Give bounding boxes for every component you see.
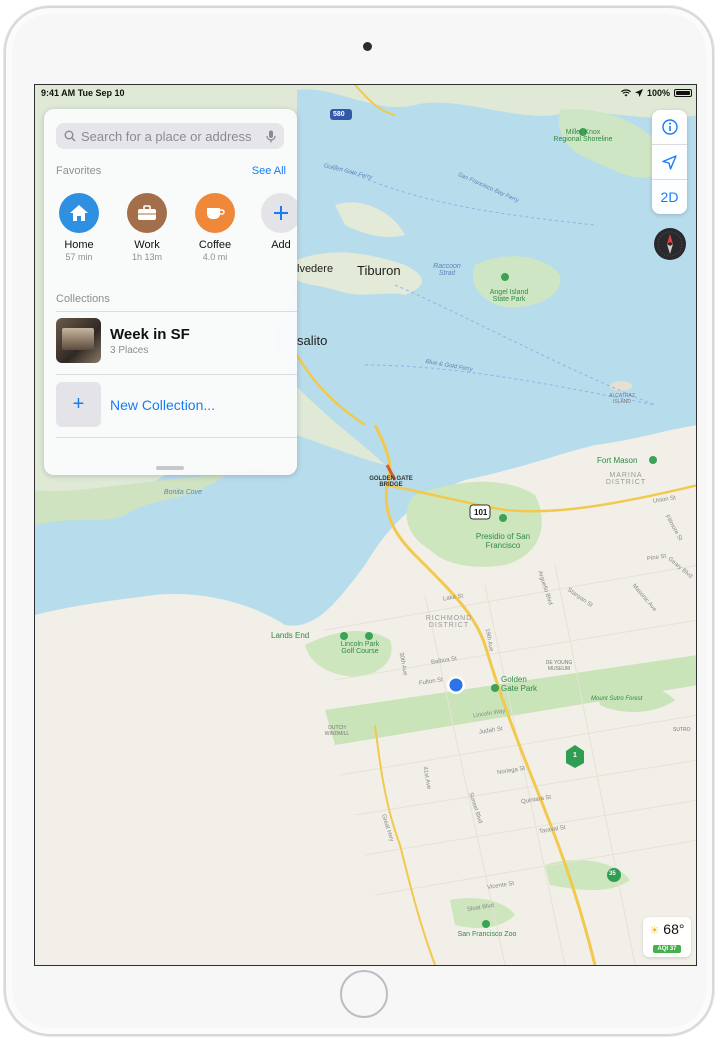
favorite-coffee-label: Coffee: [198, 239, 232, 251]
label-alcatraz: ALCATRAZ ISLAND: [609, 393, 635, 405]
label-belvedere: lvedere: [297, 263, 334, 275]
plus-icon: [274, 206, 288, 220]
favorite-home-circle: [59, 193, 99, 233]
search-icon: [64, 130, 76, 142]
label-angel-island: Angel Island State Park: [489, 289, 529, 303]
location-arrow-icon: [634, 89, 643, 97]
label-richmond: RICHMOND DISTRICT: [425, 615, 473, 629]
favorite-coffee-circle: [195, 193, 235, 233]
battery-icon: [674, 89, 692, 97]
label-sausalito: salito: [297, 333, 328, 348]
front-camera: [363, 42, 372, 51]
favorite-add[interactable]: Add: [251, 193, 297, 251]
status-bar: 9:41 AM Tue Sep 10 100%: [35, 85, 696, 101]
favorite-coffee[interactable]: Coffee 4.0 mi: [185, 193, 245, 262]
current-location-button[interactable]: [652, 145, 687, 179]
briefcase-icon: [138, 205, 156, 220]
label-bonita-cove: Bonita Cove: [163, 489, 203, 496]
screen: 580 101 1 35 lvedere Tiburon salito Racc…: [34, 84, 697, 966]
label-route-35: 35: [609, 871, 616, 877]
label-presidio: Presidio of San Francisco: [475, 532, 531, 550]
new-collection-plus-icon: +: [56, 382, 101, 427]
search-card: Favorites See All Home 57 min Work 1h 13…: [44, 109, 297, 475]
label-golden-gate-bridge: GOLDEN GATE BRIDGE: [369, 476, 413, 488]
info-icon: [661, 119, 678, 135]
divider: [56, 311, 297, 312]
label-sutro: SUTRO: [673, 727, 691, 733]
label-fort-mason: Fort Mason: [597, 456, 638, 465]
user-location-dot: [449, 678, 463, 692]
label-sf-zoo: San Francisco Zoo: [457, 931, 517, 938]
collection-title: Week in SF: [110, 325, 190, 343]
card-grabber-handle[interactable]: [156, 466, 184, 470]
home-button[interactable]: [340, 970, 388, 1018]
favorite-work-label: Work: [134, 239, 160, 251]
favorite-coffee-sub: 4.0 mi: [202, 252, 228, 262]
label-route-101: 101: [474, 508, 488, 517]
favorite-home-label: Home: [64, 239, 94, 251]
label-route-1: 1: [573, 752, 577, 759]
status-date: Tue Sep 10: [77, 88, 125, 98]
label-miller-knox: Miller Knox Regional Shoreline: [553, 129, 613, 143]
label-mount-sutro: Mount Sutro Forest: [591, 696, 643, 702]
new-collection-button[interactable]: + New Collection...: [56, 382, 286, 427]
label-marina: MARINA DISTRICT: [605, 472, 647, 486]
favorite-work-circle: [127, 193, 167, 233]
temperature: 68°: [663, 921, 685, 937]
favorites-title: Favorites: [56, 165, 102, 177]
house-icon: [70, 205, 88, 221]
label-golden-gate-park: Golden Gate Park: [501, 675, 538, 693]
collection-thumbnail: [56, 318, 101, 363]
favorite-add-label: Add: [271, 239, 291, 251]
microphone-icon[interactable]: [266, 130, 276, 143]
sun-icon: ☀: [649, 925, 660, 937]
compass-button[interactable]: [654, 228, 686, 260]
wifi-icon: [620, 89, 631, 97]
label-route-580: 580: [333, 111, 345, 118]
label-dutch-windmill: DUTCH WINDMILL: [324, 725, 350, 737]
coffee-cup-icon: [207, 208, 225, 219]
label-lincoln-park: Lincoln Park Golf Course: [340, 641, 380, 655]
collections-title: Collections: [56, 293, 110, 305]
collection-week-in-sf[interactable]: Week in SF 3 Places: [56, 318, 286, 363]
favorite-home-sub: 57 min: [65, 252, 93, 262]
search-input[interactable]: [81, 128, 266, 144]
divider: [56, 374, 297, 375]
location-arrow-icon: [662, 154, 677, 170]
favorite-work[interactable]: Work 1h 13m: [117, 193, 177, 262]
label-raccoon-strait: Raccoon Strait: [433, 263, 461, 277]
label-de-young: DE YOUNG MUSEUM: [545, 660, 573, 672]
search-bar[interactable]: [56, 123, 284, 149]
favorites-header: Favorites See All: [56, 165, 286, 177]
aqi-badge: AQI 37: [653, 945, 681, 953]
status-time: 9:41 AM: [41, 88, 76, 98]
info-button[interactable]: [652, 110, 687, 144]
collection-subtitle: 3 Places: [110, 344, 149, 356]
map-controls: 2D: [652, 110, 687, 214]
label-lands-end: Lands End: [271, 631, 310, 640]
weather-widget[interactable]: ☀ 68° AQI 37: [643, 917, 691, 957]
favorite-work-sub: 1h 13m: [131, 252, 163, 262]
favorite-add-circle: [261, 193, 297, 233]
collections-header: Collections: [56, 293, 286, 305]
divider: [56, 437, 297, 438]
favorite-home[interactable]: Home 57 min: [49, 193, 109, 262]
new-collection-label: New Collection...: [110, 396, 216, 413]
label-tiburon: Tiburon: [357, 263, 401, 278]
see-all-link[interactable]: See All: [252, 165, 286, 177]
2d-toggle-button[interactable]: 2D: [652, 180, 687, 214]
compass-icon: [657, 231, 683, 257]
alcatraz-island: [610, 381, 632, 391]
battery-percent: 100%: [646, 88, 670, 98]
